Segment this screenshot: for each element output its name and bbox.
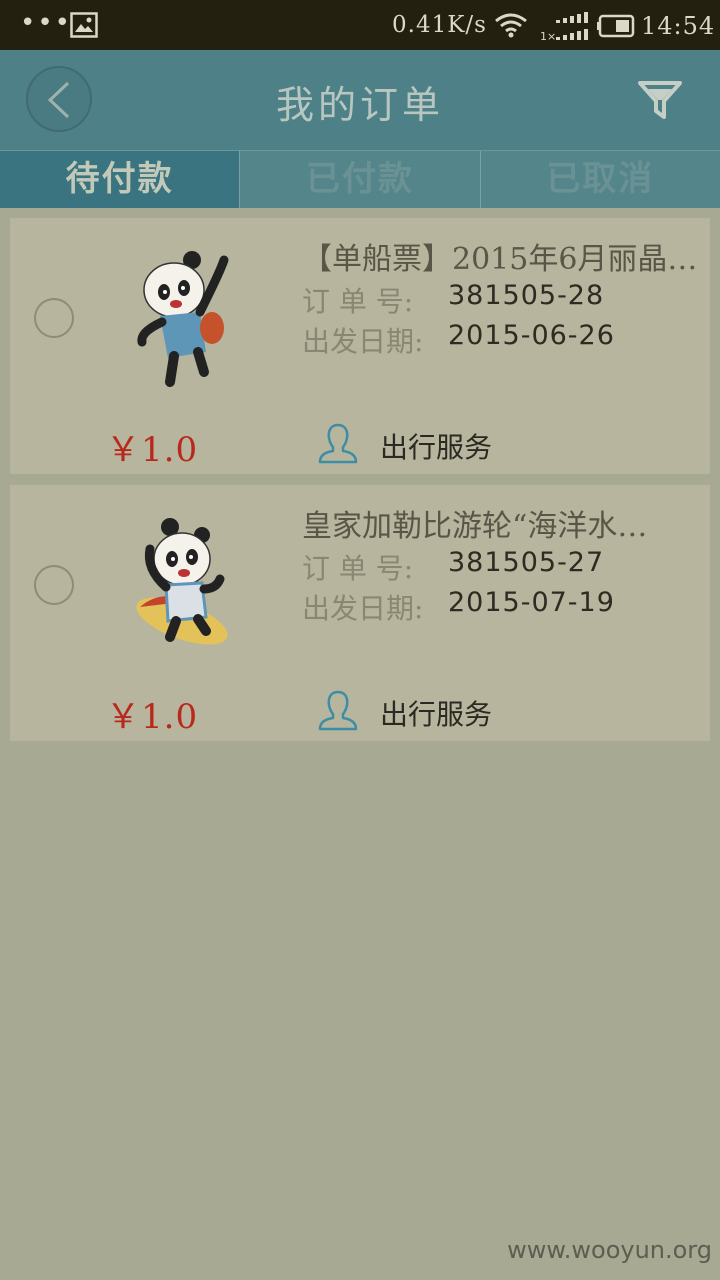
departure-date-label: 出发日期:	[302, 325, 424, 358]
network-badge: 1×	[540, 30, 556, 42]
panda-surfboard-icon	[136, 518, 228, 645]
tab-unpaid[interactable]: 待付款	[0, 151, 240, 208]
wifi-icon	[495, 13, 527, 38]
clock: 14:54	[641, 12, 716, 40]
status-bar: ••• 0.41K/s 1× 14:54	[0, 0, 720, 50]
order-title: 【单船票】2015年6月丽晶…	[302, 242, 698, 277]
page-title: 我的订单	[275, 83, 444, 127]
select-radio[interactable]	[34, 565, 74, 605]
order-no-value: 381505-27	[448, 547, 605, 578]
app-header: 我的订单	[0, 50, 720, 150]
user-icon[interactable]	[318, 422, 358, 464]
notification-dots: •••	[20, 8, 73, 38]
price: ￥1.0	[106, 697, 199, 737]
travel-service-button[interactable]: 出行服务	[380, 693, 492, 733]
order-card[interactable]: 皇家加勒比游轮“海洋水… 订 单 号: 381505-27 出发日期: 2015…	[10, 485, 710, 741]
price: ￥1.0	[106, 430, 199, 470]
watermark: www.wooyun.org	[507, 1236, 712, 1264]
panda-backpack-icon	[137, 251, 229, 387]
order-title: 皇家加勒比游轮“海洋水…	[302, 509, 648, 544]
tab-cancelled[interactable]: 已取消	[479, 151, 720, 208]
departure-date-value: 2015-07-19	[448, 587, 615, 618]
order-no-label: 订 单 号:	[302, 285, 414, 318]
select-radio[interactable]	[34, 298, 74, 338]
user-icon[interactable]	[318, 689, 358, 731]
battery-icon	[597, 14, 635, 38]
departure-date-value: 2015-06-26	[448, 320, 615, 351]
order-card[interactable]: 【单船票】2015年6月丽晶… 订 单 号: 381505-28 出发日期: 2…	[10, 218, 710, 474]
order-no-value: 381505-28	[448, 280, 605, 311]
order-status-tabs: 待付款 已付款 已取消	[0, 150, 720, 208]
order-no-label: 订 单 号:	[302, 552, 414, 585]
network-speed: 0.41K/s	[392, 12, 487, 38]
departure-date-label: 出发日期:	[302, 592, 424, 625]
tab-paid[interactable]: 已付款	[239, 151, 479, 208]
filter-icon[interactable]	[638, 79, 682, 123]
signal-icon: 1×	[540, 12, 588, 42]
image-notification-icon	[70, 12, 98, 38]
travel-service-button[interactable]: 出行服务	[380, 426, 492, 466]
